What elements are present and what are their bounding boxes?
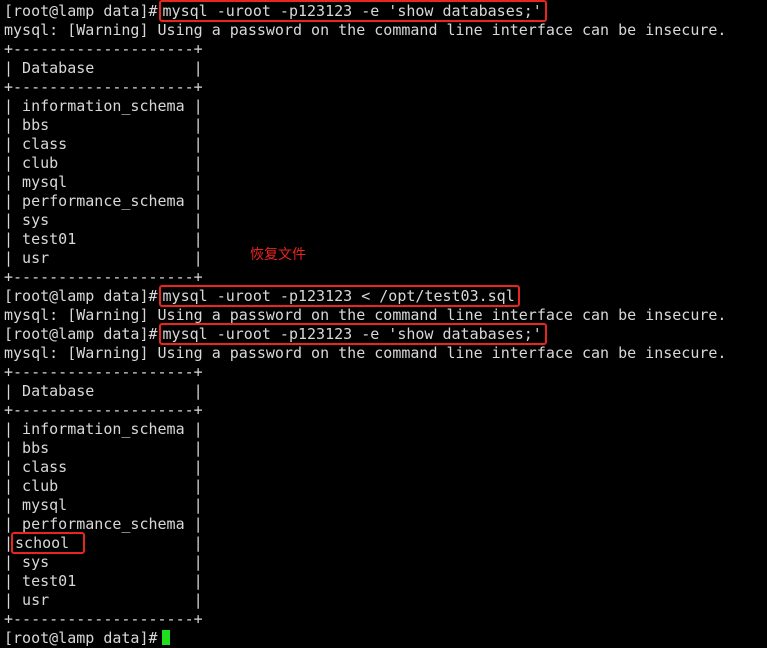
highlighted-command: mysql -uroot -p123123 -e 'show databases… — [158, 323, 547, 345]
table-row: | club | — [4, 477, 726, 496]
highlighted-database: school — [11, 532, 86, 554]
database-name: | bbs | — [4, 116, 203, 134]
table-row: | bbs | — [4, 116, 726, 135]
table-header-text: | Database | — [4, 382, 203, 400]
table-row: | information_schema | — [4, 97, 726, 116]
table-row: | club | — [4, 154, 726, 173]
database-name: | performance_schema | — [4, 192, 203, 210]
database-name: | bbs | — [4, 439, 203, 457]
database-name: | mysql | — [4, 496, 203, 514]
table-header: | Database | — [4, 59, 726, 78]
database-name: | information_schema | — [4, 420, 203, 438]
command-line: [root@lamp data]# mysql -uroot -p123123 <… — [4, 285, 726, 307]
database-name: | sys | — [4, 211, 203, 229]
warning-line-text: mysql: [Warning] Using a password on the… — [4, 306, 727, 324]
table-row: | class | — [4, 458, 726, 477]
database-name: | club | — [4, 477, 203, 495]
table-row: | usr | — [4, 249, 726, 268]
table-row: | mysql | — [4, 496, 726, 515]
annotation-restore-file: 恢复文件 — [250, 247, 306, 263]
table-row: | test01 | — [4, 572, 726, 591]
table-row: | test01 | — [4, 230, 726, 249]
table-border-text: +--------------------+ — [4, 363, 203, 381]
table-border-text: +--------------------+ — [4, 78, 203, 96]
database-name: | performance_schema | — [4, 515, 203, 533]
warning-line: mysql: [Warning] Using a password on the… — [4, 344, 726, 363]
table-row: | sys | — [4, 553, 726, 572]
database-name: | test01 | — [4, 230, 203, 248]
warning-line-text: mysql: [Warning] Using a password on the… — [4, 21, 727, 39]
table-border: +--------------------+ — [4, 610, 726, 629]
table-row: | sys | — [4, 211, 726, 230]
table-row: | class | — [4, 135, 726, 154]
database-name: | usr | — [4, 249, 203, 267]
shell-prompt: [root@lamp data]# — [4, 325, 158, 343]
cursor-block — [161, 630, 170, 645]
database-name: | class | — [4, 135, 203, 153]
table-header: | Database | — [4, 382, 726, 401]
table-row: | usr | — [4, 591, 726, 610]
table-row: | performance_schema | — [4, 515, 726, 534]
terminal-output[interactable]: [root@lamp data]# mysql -uroot -p123123 -… — [4, 0, 727, 648]
command-line: [root@lamp data]# mysql -uroot -p123123 -… — [4, 0, 726, 22]
current-prompt-line: [root@lamp data]# — [4, 629, 726, 648]
shell-prompt: [root@lamp data]# — [4, 629, 158, 647]
shell-prompt: [root@lamp data]# — [4, 2, 158, 20]
database-name: | mysql | — [4, 173, 203, 191]
row-pad: | — [85, 534, 203, 552]
shell-prompt: [root@lamp data]# — [4, 287, 158, 305]
table-border-text: +--------------------+ — [4, 268, 203, 286]
database-name: | club | — [4, 154, 203, 172]
table-row: | school | — [4, 532, 726, 554]
table-row: | mysql | — [4, 173, 726, 192]
database-name: | sys | — [4, 553, 203, 571]
table-border-text: +--------------------+ — [4, 401, 203, 419]
table-border: +--------------------+ — [4, 363, 726, 382]
table-row: | performance_schema | — [4, 192, 726, 211]
warning-line: mysql: [Warning] Using a password on the… — [4, 21, 726, 40]
table-border-text: +--------------------+ — [4, 40, 203, 58]
database-name: | class | — [4, 458, 203, 476]
table-header-text: | Database | — [4, 59, 203, 77]
highlighted-command: mysql -uroot -p123123 -e 'show databases… — [158, 0, 547, 22]
command-line: [root@lamp data]# mysql -uroot -p123123 -… — [4, 323, 726, 345]
database-name: | test01 | — [4, 572, 203, 590]
highlighted-command: mysql -uroot -p123123 < /opt/test03.sql — [158, 285, 520, 307]
database-name: | usr | — [4, 591, 203, 609]
table-row: | bbs | — [4, 439, 726, 458]
table-border: +--------------------+ — [4, 78, 726, 97]
database-name: | information_schema | — [4, 97, 203, 115]
table-border: +--------------------+ — [4, 40, 726, 59]
table-border-text: +--------------------+ — [4, 610, 203, 628]
table-border: +--------------------+ — [4, 401, 726, 420]
table-row: | information_schema | — [4, 420, 726, 439]
warning-line-text: mysql: [Warning] Using a password on the… — [4, 344, 727, 362]
